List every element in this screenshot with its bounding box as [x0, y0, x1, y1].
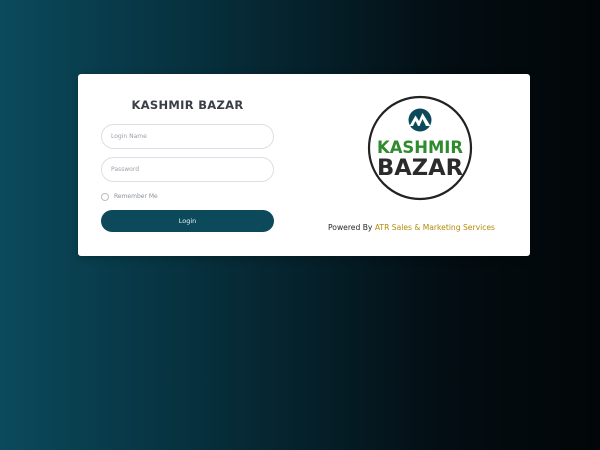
login-button[interactable]: Login: [101, 210, 274, 232]
remember-me[interactable]: Remember Me: [101, 191, 158, 202]
mountain-icon: [408, 108, 432, 132]
login-form: KASHMIR BAZAR Remember Me Login: [101, 74, 274, 256]
remember-me-label[interactable]: Remember Me: [114, 193, 158, 200]
kashmir-bazar-logo: KASHMIR BAZAR: [367, 95, 473, 201]
remember-me-checkbox[interactable]: [101, 192, 109, 201]
login-card: KASHMIR BAZAR Remember Me Login KASHMIR …: [78, 74, 530, 256]
logo-text-kashmir: KASHMIR: [377, 138, 463, 158]
page-title: KASHMIR BAZAR: [131, 98, 244, 112]
login-name-input[interactable]: [101, 124, 274, 149]
powered-by-prefix: Powered By: [328, 223, 373, 232]
password-input[interactable]: [101, 157, 274, 182]
company-name: ATR Sales & Marketing Services: [374, 223, 496, 232]
logo-text-bazar: BAZAR: [377, 156, 463, 181]
powered-by: Powered By ATR Sales & Marketing Service…: [328, 223, 512, 232]
